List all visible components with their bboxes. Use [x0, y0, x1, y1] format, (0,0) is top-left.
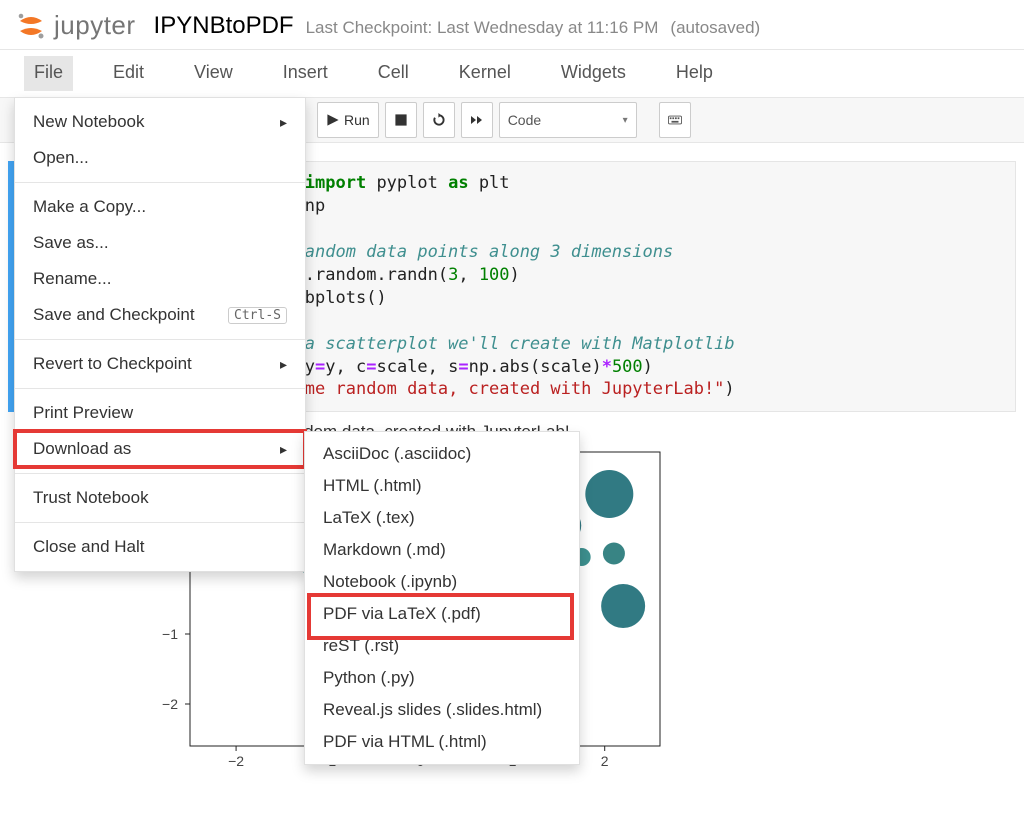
celltype-select[interactable]: Code ▾: [499, 102, 637, 138]
notebook-title[interactable]: IPYNBtoPDF: [154, 12, 294, 40]
submenu-arrow-icon: ▸: [280, 356, 287, 373]
download-as-option[interactable]: Notebook (.ipynb): [305, 566, 579, 598]
svg-text:−2: −2: [228, 753, 244, 769]
file-close-halt-label: Close and Halt: [33, 537, 145, 557]
chevron-down-icon: ▾: [623, 115, 628, 126]
restart-icon: [432, 113, 446, 127]
shortcut-badge: Ctrl-S: [228, 307, 287, 324]
menu-widgets[interactable]: Widgets: [551, 56, 636, 91]
file-new-notebook-label: New Notebook: [33, 112, 145, 132]
run-button[interactable]: Run: [317, 102, 379, 138]
file-make-copy[interactable]: Make a Copy...: [15, 189, 305, 225]
file-menu: New Notebook ▸ Open... Make a Copy... Sa…: [14, 97, 306, 572]
menu-cell[interactable]: Cell: [368, 56, 419, 91]
menubar: File Edit View Insert Cell Kernel Widget…: [0, 49, 1024, 97]
jupyter-icon: [16, 11, 46, 41]
menu-view[interactable]: View: [184, 56, 243, 91]
keyboard-icon: [668, 113, 682, 127]
menu-insert[interactable]: Insert: [273, 56, 338, 91]
download-as-option[interactable]: Python (.py): [305, 662, 579, 694]
file-open[interactable]: Open...: [15, 140, 305, 176]
menu-help[interactable]: Help: [666, 56, 723, 91]
autosaved-text: (autosaved): [670, 18, 760, 38]
submenu-arrow-icon: ▸: [280, 441, 287, 458]
file-revert-label: Revert to Checkpoint: [33, 354, 192, 374]
jupyter-logo[interactable]: jupyter: [16, 10, 136, 41]
download-as-submenu: AsciiDoc (.asciidoc)HTML (.html)LaTeX (.…: [304, 431, 580, 765]
svg-text:2: 2: [601, 753, 609, 769]
svg-text:−1: −1: [162, 626, 178, 642]
menu-kernel[interactable]: Kernel: [449, 56, 521, 91]
file-rename[interactable]: Rename...: [15, 261, 305, 297]
file-trust-label: Trust Notebook: [33, 488, 149, 508]
fast-forward-icon: [470, 113, 484, 127]
download-as-option[interactable]: PDF via LaTeX (.pdf): [305, 598, 579, 630]
celltype-selected: Code: [508, 112, 541, 128]
file-revert[interactable]: Revert to Checkpoint ▸: [15, 346, 305, 382]
file-new-notebook[interactable]: New Notebook ▸: [15, 104, 305, 140]
file-rename-label: Rename...: [33, 269, 111, 289]
download-as-option[interactable]: AsciiDoc (.asciidoc): [305, 438, 579, 470]
file-print-preview[interactable]: Print Preview: [15, 395, 305, 431]
stop-icon: [394, 113, 408, 127]
interrupt-button[interactable]: [385, 102, 417, 138]
restart-button[interactable]: [423, 102, 455, 138]
menu-edit[interactable]: Edit: [103, 56, 154, 91]
download-as-option[interactable]: LaTeX (.tex): [305, 502, 579, 534]
logo-text: jupyter: [54, 10, 136, 41]
file-download-as[interactable]: Download as ▸: [15, 431, 305, 467]
menu-file[interactable]: File: [24, 56, 73, 91]
file-open-label: Open...: [33, 148, 89, 168]
run-label: Run: [344, 112, 370, 128]
download-as-option[interactable]: Reveal.js slides (.slides.html): [305, 694, 579, 726]
download-as-option[interactable]: reST (.rst): [305, 630, 579, 662]
file-print-preview-label: Print Preview: [33, 403, 133, 423]
download-as-option[interactable]: HTML (.html): [305, 470, 579, 502]
download-as-option[interactable]: Markdown (.md): [305, 534, 579, 566]
file-close-halt[interactable]: Close and Halt: [15, 529, 305, 565]
notebook-header: jupyter IPYNBtoPDF Last Checkpoint: Last…: [0, 0, 1024, 49]
restart-run-all-button[interactable]: [461, 102, 493, 138]
file-save-as[interactable]: Save as...: [15, 225, 305, 261]
play-icon: [326, 113, 340, 127]
command-palette-button[interactable]: [659, 102, 691, 138]
checkpoint-text: Last Checkpoint: Last Wednesday at 11:16…: [306, 18, 659, 38]
download-as-option[interactable]: PDF via HTML (.html): [305, 726, 579, 758]
file-make-copy-label: Make a Copy...: [33, 197, 146, 217]
file-trust[interactable]: Trust Notebook: [15, 480, 305, 516]
svg-text:−2: −2: [162, 696, 178, 712]
file-save-as-label: Save as...: [33, 233, 109, 253]
file-download-as-label: Download as: [33, 439, 131, 459]
submenu-arrow-icon: ▸: [280, 114, 287, 131]
file-save-checkpoint[interactable]: Save and Checkpoint Ctrl-S: [15, 297, 305, 333]
file-save-checkpoint-label: Save and Checkpoint: [33, 305, 195, 325]
